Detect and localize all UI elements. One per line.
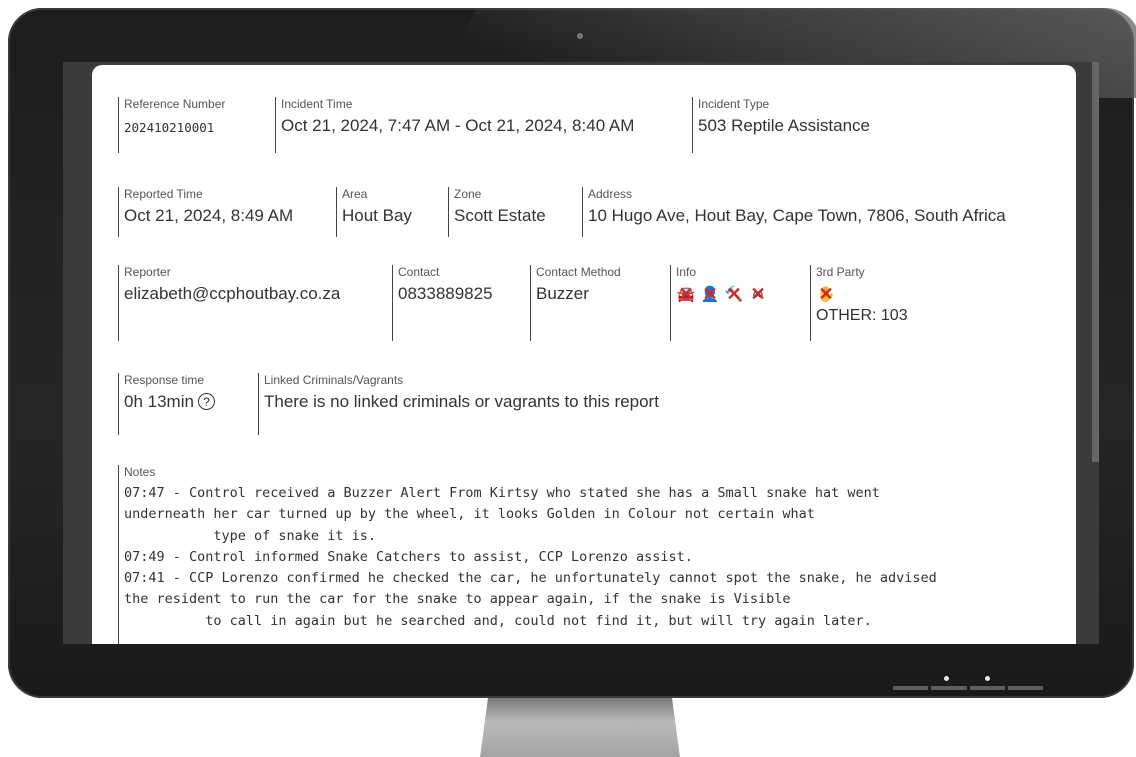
field-label: Reported Time	[124, 187, 203, 201]
monitor-button[interactable]	[893, 686, 929, 690]
monitor-stand	[480, 698, 680, 757]
address-value: 10 Hugo Ave, Hout Bay, Cape Town, 7806, …	[588, 206, 1006, 225]
monitor-button[interactable]	[1007, 686, 1043, 690]
area-field: Area Hout Bay	[336, 187, 412, 237]
webcam-dot	[577, 33, 583, 39]
incident-type-field: Incident Type 503 Reptile Assistance	[692, 97, 870, 153]
info-icons: 🚘 ✕ 👤 ✕ 🔨 ✕ ∞ ✕	[676, 285, 768, 303]
scrollbar[interactable]	[1092, 62, 1099, 462]
contact-method-field: Contact Method Buzzer	[530, 265, 621, 341]
field-label: Reporter	[124, 265, 171, 279]
status-led	[985, 676, 990, 681]
reporter-field: Reporter elizabeth@ccphoutbay.co.za	[118, 265, 340, 341]
vehicle-crossed-icon: 🚘 ✕	[676, 284, 696, 304]
handcuffs-crossed-icon: ∞ ✕	[750, 284, 766, 304]
address-field: Address 10 Hugo Ave, Hout Bay, Cape Town…	[582, 187, 1006, 237]
response-time-value-row: 0h 13min?	[124, 391, 215, 413]
linked-criminals-field: Linked Criminals/Vagrants There is no li…	[258, 373, 659, 435]
reference-number-value: 202410210001	[124, 120, 215, 135]
zone-value: Scott Estate	[454, 206, 546, 225]
reference-number-field: Reference Number 202410210001	[118, 97, 225, 153]
field-label: Info	[676, 265, 697, 279]
incident-time-value: Oct 21, 2024, 7:47 AM - Oct 21, 2024, 8:…	[281, 116, 635, 135]
person-crossed-icon: 👤 ✕	[700, 284, 720, 304]
power-led	[944, 676, 949, 681]
monitor-buttons	[893, 686, 1043, 692]
response-time-value: 0h 13min	[124, 392, 194, 411]
field-label: Area	[342, 187, 368, 201]
reporter-value: elizabeth@ccphoutbay.co.za	[124, 284, 341, 303]
field-label: Contact Method	[536, 265, 621, 279]
third-party-field: 3rd Party ✋ ✕ OTHER: 103	[810, 265, 908, 341]
third-party-icons: ✋ ✕	[816, 285, 908, 303]
contact-value: 0833889825	[398, 284, 493, 303]
hand-crossed-icon: ✋ ✕	[816, 284, 836, 304]
third-party-value: OTHER: 103	[816, 307, 908, 324]
incident-detail-card: Reference Number 202410210001 Incident T…	[92, 65, 1076, 644]
incident-type-value: 503 Reptile Assistance	[698, 116, 870, 135]
screen: Reference Number 202410210001 Incident T…	[63, 62, 1099, 644]
contact-method-value: Buzzer	[536, 284, 589, 303]
contact-field: Contact 0833889825	[392, 265, 493, 341]
monitor-button[interactable]	[969, 686, 1005, 690]
reported-time-value: Oct 21, 2024, 8:49 AM	[124, 206, 294, 225]
notes-field: Notes 07:47 - Control received a Buzzer …	[118, 465, 937, 644]
notes-text: 07:47 - Control received a Buzzer Alert …	[124, 485, 937, 629]
zone-field: Zone Scott Estate	[448, 187, 546, 237]
field-label: Address	[588, 187, 633, 201]
help-icon[interactable]: ?	[197, 393, 215, 410]
field-label: Reference Number	[124, 97, 226, 111]
response-time-field: Response time 0h 13min?	[118, 373, 215, 435]
field-label: Notes	[124, 465, 156, 479]
field-label: Incident Type	[698, 97, 770, 111]
reported-time-field: Reported Time Oct 21, 2024, 8:49 AM	[118, 187, 293, 237]
incident-time-field: Incident Time Oct 21, 2024, 7:47 AM - Oc…	[275, 97, 634, 153]
monitor-button[interactable]	[931, 686, 967, 690]
weapon-crossed-icon: 🔨 ✕	[724, 284, 744, 304]
field-label: Response time	[124, 373, 205, 387]
field-label: Zone	[454, 187, 482, 201]
field-label: Contact	[398, 265, 440, 279]
field-label: Linked Criminals/Vagrants	[264, 373, 404, 387]
area-value: Hout Bay	[342, 206, 412, 225]
linked-criminals-value: There is no linked criminals or vagrants…	[264, 392, 659, 411]
field-label: Incident Time	[281, 97, 353, 111]
field-label: 3rd Party	[816, 265, 865, 279]
info-field: Info 🚘 ✕ 👤 ✕ 🔨 ✕ ∞ ✕	[670, 265, 768, 341]
